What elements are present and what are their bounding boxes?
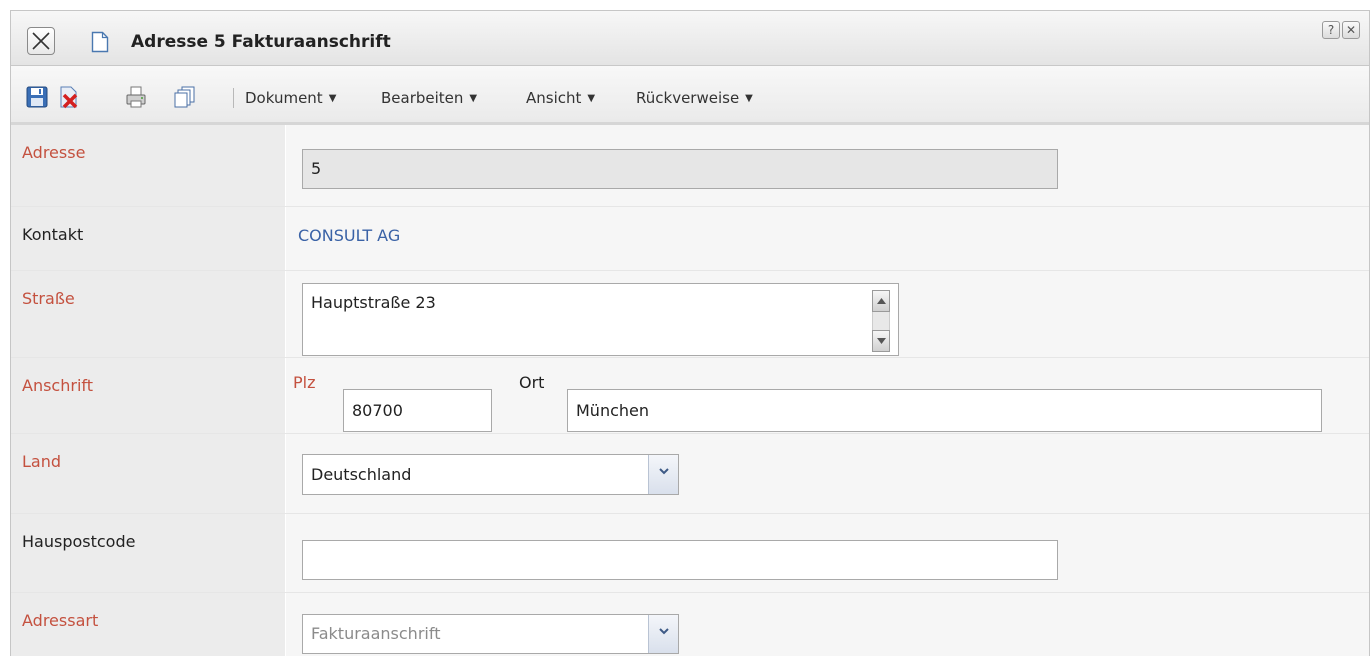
label-cell: Anschrift bbox=[11, 358, 285, 433]
toolbar-separator bbox=[233, 88, 234, 108]
adressart-label: Adressart bbox=[22, 611, 99, 630]
delete-icon[interactable] bbox=[57, 85, 81, 109]
plz-label: Plz bbox=[293, 373, 316, 392]
row-strasse: Straße Hauptstraße 23 bbox=[11, 271, 1369, 358]
close-icon bbox=[32, 32, 50, 50]
row-anschrift: Anschrift Plz 80700 Ort München bbox=[11, 358, 1369, 434]
label-cell: Kontakt bbox=[11, 207, 285, 270]
field-cell bbox=[286, 207, 1369, 270]
scrollbar-track[interactable] bbox=[872, 312, 890, 330]
document-window: Adresse 5 Fakturaanschrift ? ✕ Dokument … bbox=[10, 10, 1370, 656]
strasse-value: Hauptstraße 23 bbox=[311, 293, 436, 312]
menu-ansicht[interactable]: Ansicht ▼ bbox=[526, 89, 595, 107]
row-hauspostcode: Hauspostcode bbox=[11, 514, 1369, 593]
anschrift-label: Anschrift bbox=[22, 376, 94, 395]
menu-rueckverweise[interactable]: Rückverweise ▼ bbox=[636, 89, 753, 107]
arrow-up-icon bbox=[877, 298, 886, 304]
chevron-down-icon bbox=[659, 628, 669, 635]
kontakt-label: Kontakt bbox=[22, 225, 84, 244]
adresse-label: Adresse bbox=[22, 143, 86, 162]
save-icon[interactable] bbox=[25, 85, 49, 109]
document-icon bbox=[91, 31, 109, 53]
help-button[interactable]: ? bbox=[1322, 21, 1340, 39]
toolbar: Dokument ▼ Bearbeiten ▼ Ansicht ▼ Rückverwe… bbox=[11, 66, 1369, 125]
label-cell: Land bbox=[11, 434, 285, 513]
adressart-value: Fakturaanschrift bbox=[311, 624, 441, 643]
row-land: Land Deutschland bbox=[11, 434, 1369, 514]
scroll-down-button[interactable] bbox=[872, 330, 890, 352]
row-kontakt: Kontakt CONSULT AG bbox=[11, 207, 1369, 271]
strasse-label: Straße bbox=[22, 289, 75, 308]
kontakt-link[interactable]: CONSULT AG bbox=[298, 226, 400, 245]
title-bar: Adresse 5 Fakturaanschrift ? ✕ bbox=[11, 11, 1369, 66]
label-cell: Adresse bbox=[11, 125, 285, 206]
adressart-dropdown-button[interactable] bbox=[648, 615, 678, 653]
ort-label: Ort bbox=[519, 373, 545, 392]
strasse-textarea[interactable]: Hauptstraße 23 bbox=[302, 283, 899, 356]
window-close-button[interactable]: ✕ bbox=[1342, 21, 1360, 39]
arrow-down-icon bbox=[877, 338, 886, 344]
copy-icon[interactable] bbox=[173, 85, 197, 109]
scroll-up-button[interactable] bbox=[872, 290, 890, 312]
menu-rueckverweise-label: Rückverweise bbox=[636, 89, 740, 107]
label-cell: Straße bbox=[11, 271, 285, 357]
hauspostcode-input[interactable] bbox=[302, 540, 1058, 580]
adresse-field[interactable]: 5 bbox=[302, 149, 1058, 189]
land-dropdown-button[interactable] bbox=[648, 455, 678, 494]
chevron-down-icon bbox=[659, 468, 669, 475]
window-title: Adresse 5 Fakturaanschrift bbox=[131, 32, 391, 52]
land-select[interactable]: Deutschland bbox=[302, 454, 679, 495]
row-adressart: Adressart Fakturaanschrift bbox=[11, 593, 1369, 656]
dropdown-arrow-icon: ▼ bbox=[745, 93, 753, 104]
row-adresse: Adresse 5 bbox=[11, 125, 1369, 207]
dropdown-arrow-icon: ▼ bbox=[328, 93, 337, 104]
dropdown-arrow-icon: ▼ bbox=[587, 93, 596, 104]
label-cell: Adressart bbox=[11, 593, 285, 656]
ort-input[interactable]: München bbox=[567, 389, 1322, 432]
plz-input[interactable]: 80700 bbox=[343, 389, 492, 432]
menu-dokument[interactable]: Dokument ▼ bbox=[245, 89, 336, 107]
dropdown-arrow-icon: ▼ bbox=[469, 93, 478, 104]
menu-bearbeiten-label: Bearbeiten bbox=[381, 89, 464, 107]
menu-bearbeiten[interactable]: Bearbeiten ▼ bbox=[381, 89, 477, 107]
menu-dokument-label: Dokument bbox=[245, 89, 323, 107]
adressart-select[interactable]: Fakturaanschrift bbox=[302, 614, 679, 654]
close-document-button[interactable] bbox=[27, 27, 55, 55]
hauspostcode-label: Hauspostcode bbox=[22, 532, 136, 551]
land-label: Land bbox=[22, 452, 62, 471]
land-value: Deutschland bbox=[311, 465, 412, 484]
menu-ansicht-label: Ansicht bbox=[526, 89, 582, 107]
label-cell: Hauspostcode bbox=[11, 514, 285, 592]
print-icon[interactable] bbox=[124, 85, 148, 109]
